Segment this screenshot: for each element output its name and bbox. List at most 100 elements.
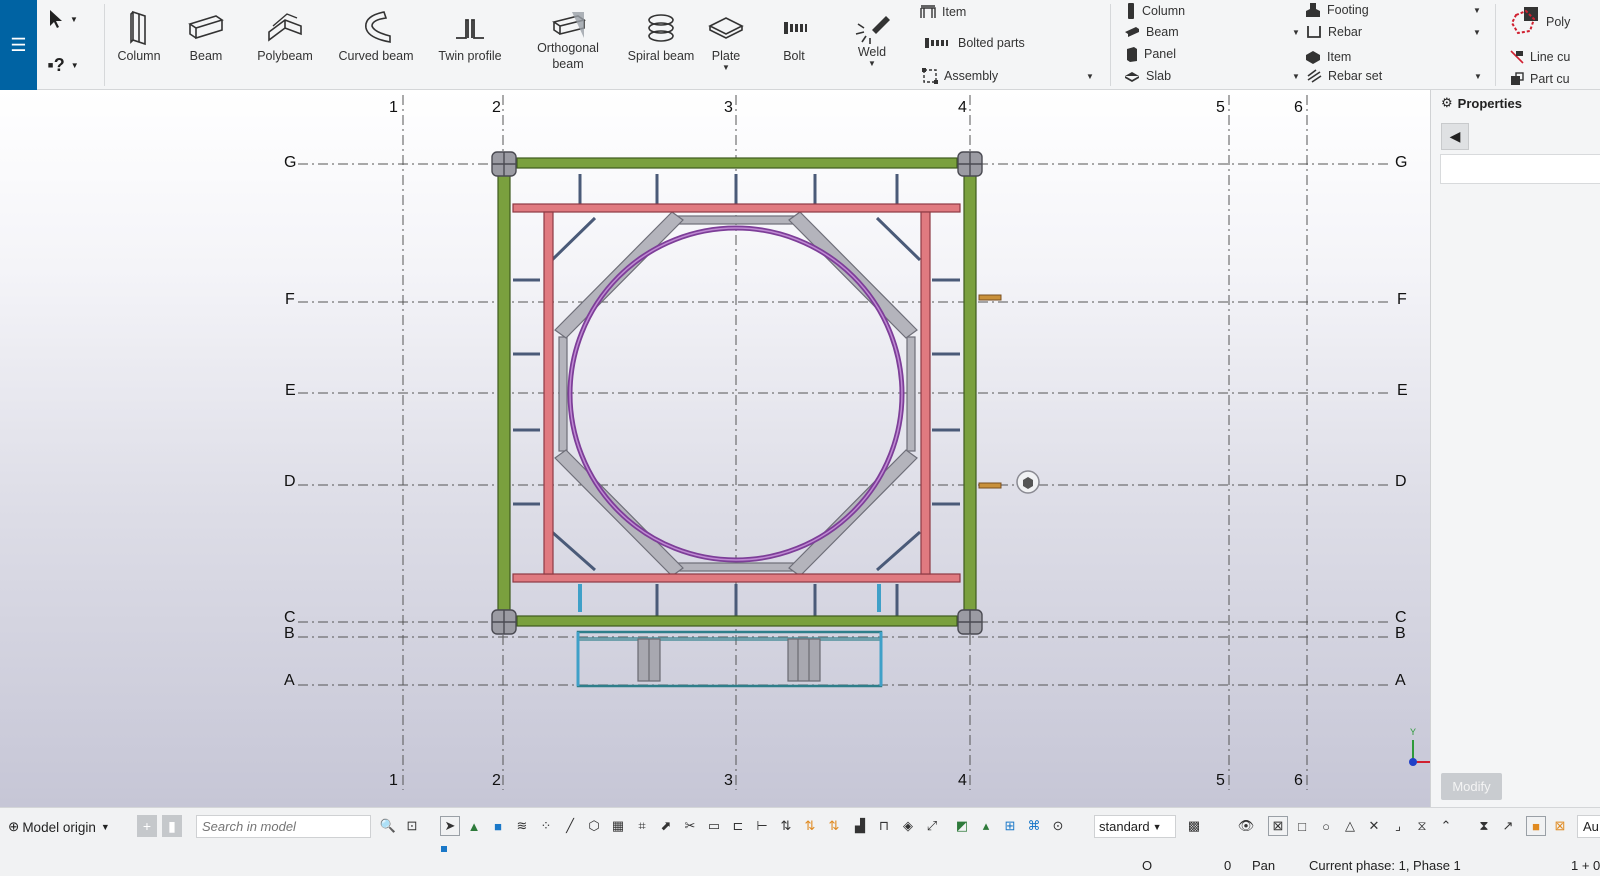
filter-options-button[interactable]: ▩ xyxy=(1184,816,1204,836)
view-frame-icon: ▭ xyxy=(707,818,721,833)
lower-frame[interactable] xyxy=(576,630,883,688)
select-pointer-button[interactable]: ➤ xyxy=(440,816,460,836)
panel-button[interactable]: Panel xyxy=(1126,44,1176,64)
snap-chevron-button[interactable]: ⌃ xyxy=(1436,816,1456,836)
select-view-button[interactable]: ▭ xyxy=(704,816,724,836)
part-cut-button[interactable]: Part cu xyxy=(1510,69,1570,89)
add-origin-button[interactable]: + xyxy=(137,815,157,837)
grid-label-y: B xyxy=(284,625,295,642)
slab-button[interactable]: Slab ▼ xyxy=(1124,66,1300,86)
snap-ref-lines-button[interactable]: ⇅ xyxy=(776,816,796,836)
concrete-beam-button[interactable]: Beam ▼ xyxy=(1124,22,1300,42)
snap-help-button[interactable]: ▪? ▼ xyxy=(40,50,86,80)
concrete-column-button[interactable]: Column xyxy=(1126,1,1185,21)
snap-triangle-button[interactable]: △ xyxy=(1340,816,1360,836)
model-viewport[interactable]: 1 2 3 4 5 6 1 2 3 4 5 6 G F E D C B A G … xyxy=(0,90,1430,807)
twin-profile-button[interactable]: Twin profile xyxy=(430,8,510,84)
snap-direction-button[interactable]: ↗ xyxy=(1498,816,1518,836)
snap-mid-button[interactable]: ⊓ xyxy=(874,816,894,836)
grid-label-y: C xyxy=(1395,609,1407,626)
select-reference-button[interactable]: ⬈ xyxy=(656,816,676,836)
steel-item-button[interactable]: Item xyxy=(920,2,966,22)
snap-box-x-button[interactable]: ⊠ xyxy=(1268,816,1288,836)
model-drawing[interactable]: 1 2 3 4 5 6 1 2 3 4 5 6 G F E D C B A G … xyxy=(0,90,1430,807)
select-line-button[interactable]: ╱ xyxy=(560,816,580,836)
select-cube-button[interactable]: ⬡ xyxy=(584,816,604,836)
scissors-icon: ✂ xyxy=(684,818,696,833)
select-part-button[interactable]: ■ xyxy=(488,816,508,836)
bottom-toolbar: ⊕ Model origin ▼ + ▮ 🔍 ⊡ ➤ ▲ ■ ≋ ⁘ ╱ ⬡ ▦… xyxy=(0,807,1600,845)
bolt-stubs[interactable] xyxy=(978,294,1002,489)
snap-end-button[interactable]: ▟ xyxy=(850,816,870,836)
view-filter-dropdown[interactable]: standard ▼ xyxy=(1094,815,1176,838)
search-model-input[interactable] xyxy=(196,815,371,838)
properties-field[interactable] xyxy=(1440,154,1600,184)
main-menu-button[interactable]: ☰ xyxy=(0,0,37,90)
assembly-icon xyxy=(922,68,938,84)
zoom-selected-button[interactable]: ⊡ xyxy=(402,816,422,836)
back-arrow-icon: ◀ xyxy=(1449,128,1461,144)
object-gizmo[interactable] xyxy=(1016,470,1040,494)
select-tool-button[interactable]: ▼ xyxy=(40,4,86,34)
delete-origin-button[interactable]: ▮ xyxy=(162,815,182,837)
select-points-button[interactable]: ⁘ xyxy=(536,816,556,836)
snap-circle-button[interactable]: ○ xyxy=(1316,816,1336,836)
snap-orange-x-button[interactable]: ⊠ xyxy=(1550,816,1570,836)
snap-ortho-button[interactable]: ⧖ xyxy=(1412,816,1432,836)
snap-orange-box-button[interactable]: ■ xyxy=(1526,816,1546,836)
snap-perp-button[interactable]: ⤢ xyxy=(922,816,942,836)
snap-intersect-button[interactable]: ⌘ xyxy=(1024,816,1044,836)
reference-icon: ⬈ xyxy=(660,818,672,833)
status-o-label: O xyxy=(1142,858,1153,873)
concrete-column-icon xyxy=(1128,3,1134,19)
snap-square-button[interactable]: □ xyxy=(1292,816,1312,836)
bolted-parts-button[interactable]: Bolted parts xyxy=(924,33,1025,53)
visibility-button[interactable]: 👁 xyxy=(1236,816,1256,836)
snap-points-button[interactable]: ⇅ xyxy=(800,816,820,836)
properties-back-button[interactable]: ◀ xyxy=(1441,123,1469,150)
snap-green-button[interactable]: ◩ xyxy=(952,816,972,836)
select-weld-button[interactable]: ⌗ xyxy=(632,816,652,836)
column-button[interactable]: Column xyxy=(112,8,166,84)
snap-zoom-button[interactable]: ⊙ xyxy=(1048,816,1068,836)
snap-question-icon: ▪? xyxy=(47,54,65,75)
bolt-button[interactable]: Bolt xyxy=(772,8,816,84)
select-column-button[interactable]: ▲ xyxy=(464,816,484,836)
plate-button[interactable]: Plate ▼ xyxy=(704,8,748,84)
spiral-beam-button[interactable]: Spiral beam xyxy=(622,8,700,84)
select-mesh-button[interactable]: ▦ xyxy=(608,816,628,836)
select-component-button[interactable]: ⊢ xyxy=(752,816,772,836)
assembly-button[interactable]: Assembly ▼ xyxy=(922,66,1094,86)
rebar-button[interactable]: Rebar ▼ xyxy=(1306,22,1483,42)
weld-button[interactable]: Weld ▼ xyxy=(850,8,894,84)
properties-title[interactable]: ⚙ Properties xyxy=(1441,95,1522,111)
cyan-members[interactable] xyxy=(578,584,881,612)
snap-nearest-button[interactable]: ▴ xyxy=(976,816,996,836)
modify-button[interactable]: Modify xyxy=(1441,773,1502,800)
polybeam-button[interactable]: Polybeam xyxy=(250,8,320,84)
snap-cross-button[interactable]: ✕ xyxy=(1364,816,1384,836)
model-origin-dropdown[interactable]: ⊕ Model origin ▼ xyxy=(8,815,130,839)
checker-icon: ▩ xyxy=(1187,818,1201,833)
select-grid-button[interactable]: ≋ xyxy=(512,816,532,836)
snap-mid-icon: ⊓ xyxy=(878,818,890,833)
beam-button[interactable]: Beam xyxy=(180,8,232,84)
select-cut-button[interactable]: ✂ xyxy=(680,816,700,836)
snap-corner-button[interactable]: ⌟ xyxy=(1388,816,1408,836)
snap-grid-button[interactable]: ⊞ xyxy=(1000,816,1020,836)
select-assembly-button[interactable]: ⊏ xyxy=(728,816,748,836)
snap-orange-icon: ⇅ xyxy=(804,818,816,833)
footing-button[interactable]: Footing ▼ xyxy=(1305,0,1483,20)
polygon-cut-button[interactable]: Poly xyxy=(1508,4,1570,40)
snap-plane-button[interactable]: ◈ xyxy=(898,816,918,836)
auto-dropdown[interactable]: Au xyxy=(1577,815,1600,838)
snap-geometry-button[interactable]: ⇅ xyxy=(824,816,844,836)
orthogonal-beam-button[interactable]: Orthogonal beam xyxy=(522,8,614,84)
rebar-set-button[interactable]: Rebar set ▼ xyxy=(1306,66,1484,86)
curved-beam-button[interactable]: Curved beam xyxy=(336,8,416,84)
search-button[interactable]: 🔍 xyxy=(378,816,398,836)
concrete-item-button[interactable]: Item xyxy=(1305,47,1351,67)
snap-hourglass-button[interactable]: ⧗ xyxy=(1474,816,1494,836)
line-cut-button[interactable]: Line cu xyxy=(1510,47,1570,67)
green-snap-icon: ◩ xyxy=(955,818,969,833)
